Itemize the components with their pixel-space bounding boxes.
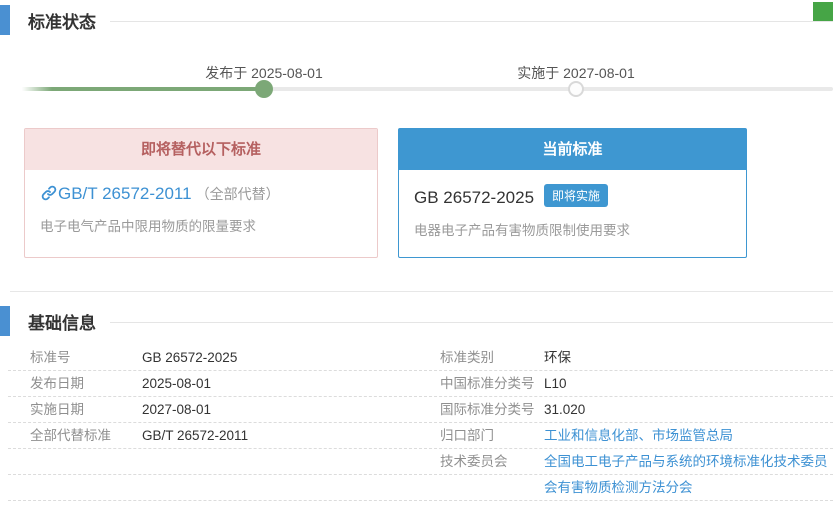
current-standard-card: 当前标准 GB 26572-2025 即将实施 电器电子产品有害物质限制使用要求 xyxy=(398,128,747,258)
label-cn-classification: 中国标准分类号 xyxy=(440,371,544,396)
table-row: 实施日期 2027-08-01 国际标准分类号 31.020 xyxy=(8,397,833,423)
section-title-rule xyxy=(110,322,833,323)
value-publish-date: 2025-08-01 xyxy=(142,371,440,396)
section-title-rule xyxy=(110,21,833,22)
timeline-progress xyxy=(22,87,264,91)
label-replaces: 全部代替标准 xyxy=(30,423,142,448)
table-row: 会有害物质检测方法分会 xyxy=(8,475,833,501)
replaced-card-header: 即将替代以下标准 xyxy=(25,129,377,170)
empty-cell xyxy=(142,475,440,500)
table-row: 技术委员会 全国电工电子产品与系统的环境标准化技术委员 xyxy=(8,449,833,475)
panel-divider xyxy=(10,291,833,292)
section-accent-bar xyxy=(0,5,10,35)
section-title-status: 标准状态 xyxy=(28,8,96,33)
replaced-standard-card: 即将替代以下标准 GB/T 26572-2011（全部代替） 电子电气产品中限用… xyxy=(24,128,378,258)
empty-cell xyxy=(142,449,440,474)
table-row: 全部代替标准 GB/T 26572-2011 归口部门 工业和信息化部、市场监管… xyxy=(8,423,833,449)
table-row: 发布日期 2025-08-01 中国标准分类号 L10 xyxy=(8,371,833,397)
label-committee: 技术委员会 xyxy=(440,449,544,474)
label-category: 标准类别 xyxy=(440,345,544,370)
committee-link-line1[interactable]: 全国电工电子产品与系统的环境标准化技术委员 xyxy=(544,449,833,474)
basic-info-table: 标准号 GB 26572-2025 标准类别 环保 发布日期 2025-08-0… xyxy=(8,345,833,501)
timeline-implemented-label: 实施于 2027-08-01 xyxy=(476,63,676,83)
current-card-header: 当前标准 xyxy=(399,129,746,170)
label-standard-no: 标准号 xyxy=(30,345,142,370)
value-category: 环保 xyxy=(544,345,833,370)
department-link[interactable]: 工业和信息化部、市场监管总局 xyxy=(544,423,833,448)
committee-link-line2[interactable]: 会有害物质检测方法分会 xyxy=(544,475,833,500)
empty-cell xyxy=(440,475,544,500)
label-publish-date: 发布日期 xyxy=(30,371,142,396)
value-standard-no: GB 26572-2025 xyxy=(142,345,440,370)
corner-button[interactable] xyxy=(813,2,833,22)
table-row: 标准号 GB 26572-2025 标准类别 环保 xyxy=(8,345,833,371)
value-replaces: GB/T 26572-2011 xyxy=(142,423,440,448)
value-ics: 31.020 xyxy=(544,397,833,422)
replace-note: （全部代替） xyxy=(196,186,280,202)
value-cn-classification: L10 xyxy=(544,371,833,396)
section-accent-bar xyxy=(0,306,10,336)
current-standard-title: 电器电子产品有害物质限制使用要求 xyxy=(414,219,731,239)
value-impl-date: 2027-08-01 xyxy=(142,397,440,422)
timeline-published-dot xyxy=(255,80,273,98)
status-badge: 即将实施 xyxy=(544,184,608,207)
empty-cell xyxy=(30,449,142,474)
chain-link-icon xyxy=(40,184,58,202)
standard-detail-page: 标准状态 发布于 2025-08-01 实施于 2027-08-01 即将替代以… xyxy=(0,0,833,505)
timeline-implemented-dot xyxy=(568,81,584,97)
section-title-info: 基础信息 xyxy=(28,309,96,334)
replaced-standard-link[interactable]: GB/T 26572-2011 xyxy=(58,184,192,203)
label-department: 归口部门 xyxy=(440,423,544,448)
label-ics: 国际标准分类号 xyxy=(440,397,544,422)
replaced-standard-title: 电子电气产品中限用物质的限量要求 xyxy=(40,215,362,235)
current-standard-code: GB 26572-2025 xyxy=(414,188,534,207)
label-impl-date: 实施日期 xyxy=(30,397,142,422)
empty-cell xyxy=(30,475,142,500)
